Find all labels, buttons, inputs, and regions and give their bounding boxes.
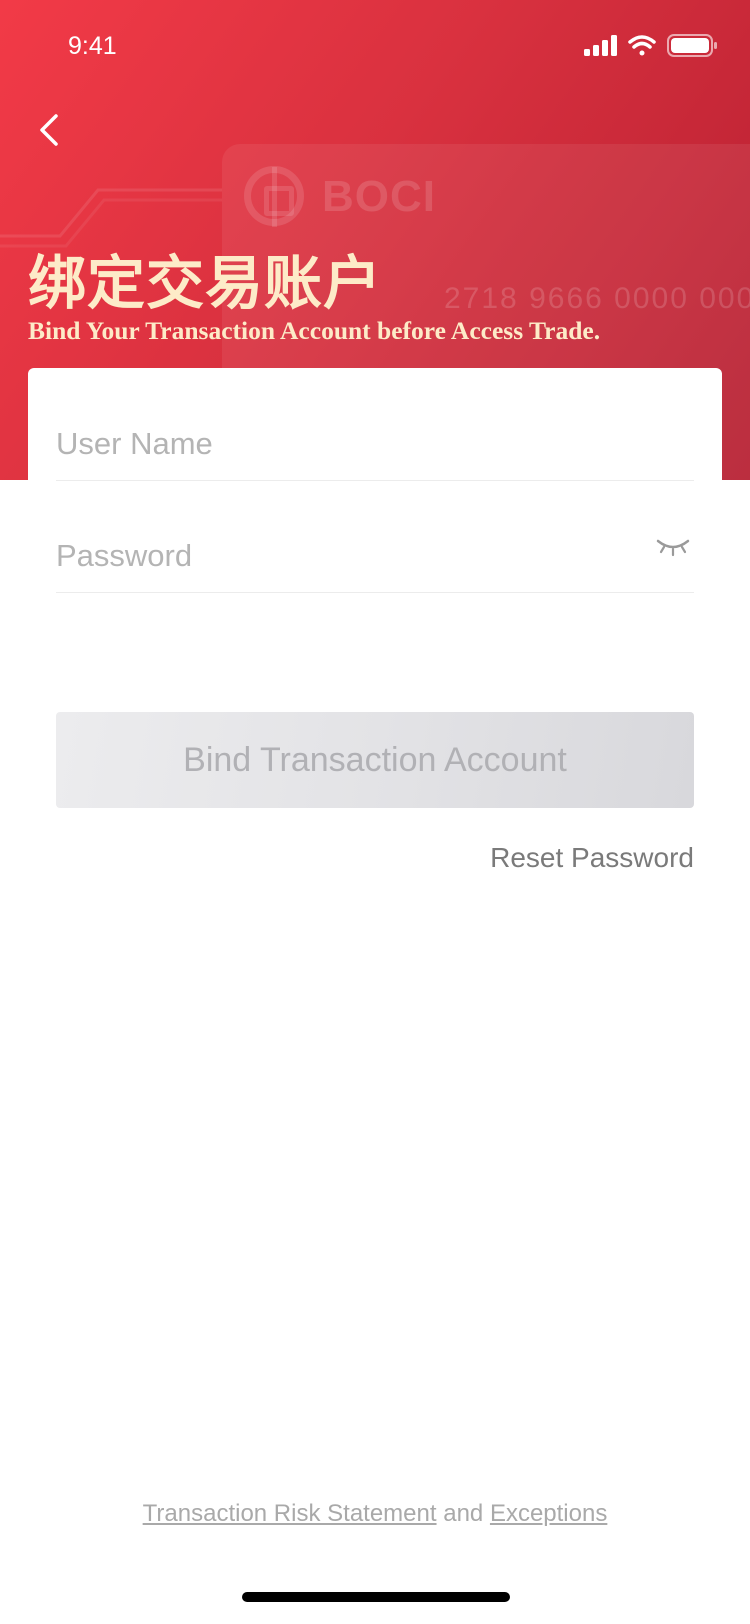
status-icons [584, 32, 720, 65]
card-brand: BOCI [322, 172, 436, 221]
wifi-icon [628, 35, 656, 56]
risk-statement-link[interactable]: Transaction Risk Statement [143, 1500, 437, 1527]
login-form: Bind Transaction Account Reset Password [28, 368, 722, 1128]
battery-icon [667, 34, 717, 57]
home-indicator[interactable] [242, 1592, 510, 1602]
footer-links: Transaction Risk Statement and Exception… [0, 1500, 750, 1528]
signal-icon [584, 35, 617, 56]
card-number: 2718 9666 0000 0000 [444, 282, 750, 315]
bind-account-button[interactable]: Bind Transaction Account [56, 712, 694, 808]
page-subtitle: Bind Your Transaction Account before Acc… [28, 316, 601, 345]
back-button[interactable] [30, 106, 70, 154]
password-field-row [56, 480, 694, 593]
username-input[interactable] [56, 426, 616, 462]
username-field-row [56, 368, 694, 481]
eye-closed-icon[interactable] [656, 537, 690, 562]
footer-conjunction: and [443, 1500, 484, 1527]
page-title: 绑定交易账户 [28, 249, 383, 317]
back-chevron-icon [40, 114, 58, 146]
bank-logo-icon [244, 166, 304, 227]
reset-password-link[interactable]: Reset Password [490, 842, 694, 874]
password-input[interactable] [56, 538, 616, 574]
exceptions-link[interactable]: Exceptions [490, 1500, 607, 1527]
status-time: 9:41 [68, 32, 117, 60]
